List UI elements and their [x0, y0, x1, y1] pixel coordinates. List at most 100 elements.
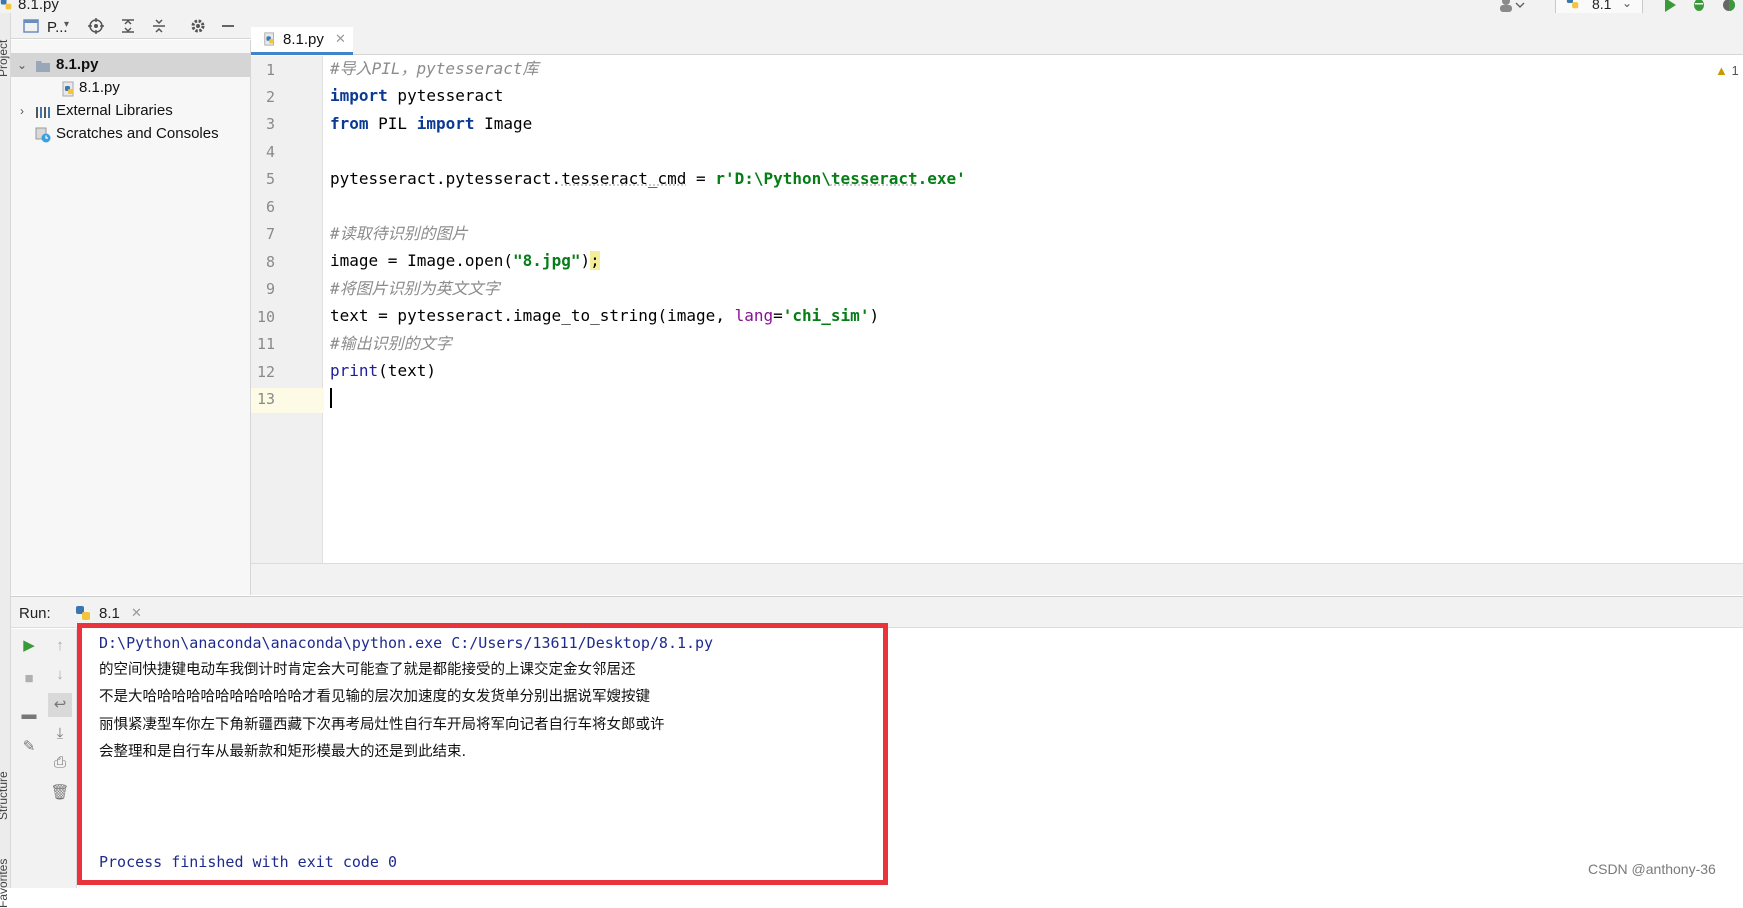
code-text: ) — [580, 251, 590, 270]
python-file-icon — [61, 81, 77, 97]
chevron-right-icon[interactable]: › — [15, 99, 29, 123]
run-icon[interactable] — [1662, 0, 1678, 13]
code-string: tesseract — [831, 169, 918, 188]
tree-item-label: 8.1.py — [79, 76, 120, 100]
code-line: print(text) — [330, 358, 436, 384]
layout-icon[interactable]: ▬ — [17, 703, 41, 727]
favorites-tool-window-tab[interactable]: Favorites — [0, 848, 10, 908]
editor-tab-bar: 8.1.py ✕ — [251, 13, 1743, 55]
tree-item-label: External Libraries — [56, 99, 173, 123]
tree-item-scratches[interactable]: Scratches and Consoles — [11, 122, 251, 146]
project-panel-toolbar: P... ▾ — [11, 13, 251, 39]
line-number: 12 — [251, 363, 275, 381]
code-text: pytesseract.pytesseract. — [330, 169, 561, 188]
line-numbers: 1 2 3 4 5 6 7 8 9 10 11 12 13 — [251, 56, 323, 563]
code-builtin: print — [330, 361, 378, 380]
code-text: = — [686, 169, 715, 188]
code-text: image = Image.open( — [330, 251, 513, 270]
stop-icon[interactable]: ■ — [17, 667, 41, 691]
annotation-highlight-box — [77, 623, 888, 885]
tree-item-root-folder[interactable]: ⌄ 8.1.py — [11, 53, 251, 77]
code-string: .exe' — [918, 169, 966, 188]
scroll-to-end-icon[interactable]: ⤓ — [48, 722, 72, 746]
tree-item-label: Scratches and Consoles — [56, 122, 219, 146]
text-caret — [330, 388, 332, 408]
code-line: import pytesseract — [330, 83, 503, 109]
left-tool-window-strip: Project Structure Favorites — [0, 13, 11, 888]
code-keyword: import — [417, 114, 475, 133]
code-comment: #输出识别的文字 — [330, 334, 452, 353]
chevron-down-icon: ⌄ — [1622, 0, 1632, 10]
chevron-down-icon[interactable]: ▾ — [64, 19, 69, 30]
run-tab-label: 8.1 — [99, 605, 120, 622]
libraries-icon — [35, 104, 51, 120]
code-line: #读取待识别的图片 — [330, 221, 468, 247]
scratches-icon — [35, 127, 51, 143]
code-comment: #读取待识别的图片 — [330, 224, 468, 243]
line-number: 9 — [251, 280, 275, 298]
line-number: 7 — [251, 225, 275, 243]
code-line: pytesseract.pytesseract.tesseract_cmd = … — [330, 166, 966, 192]
line-number: 11 — [251, 335, 275, 353]
code-editor[interactable]: #导入PIL，pytesseract库 import pytesseract f… — [324, 56, 1743, 563]
chevron-down-icon[interactable]: ⌄ — [15, 53, 29, 77]
line-number: 3 — [251, 115, 275, 133]
folder-icon — [35, 58, 51, 74]
trash-icon[interactable]: 🗑 — [48, 781, 72, 805]
run-configuration-selector[interactable]: 8.1 ⌄ — [1555, 0, 1643, 13]
gear-icon[interactable] — [190, 18, 206, 34]
close-icon[interactable]: ✕ — [131, 605, 142, 621]
tree-item-external-libraries[interactable]: › External Libraries — [11, 99, 251, 123]
code-keyword: from — [330, 114, 369, 133]
line-number: 6 — [251, 198, 275, 216]
inspection-warning-indicator[interactable]: ▲ 1 — [1715, 63, 1739, 78]
hide-panel-icon[interactable] — [220, 18, 236, 34]
structure-tool-window-tab[interactable]: Structure — [0, 748, 10, 820]
code-text: Image — [475, 114, 533, 133]
print-icon[interactable]: ⎙ — [48, 751, 72, 775]
line-number: 1 — [251, 61, 275, 79]
editor-horizontal-scrollbar[interactable] — [251, 563, 1743, 595]
python-file-icon — [263, 32, 277, 46]
code-line: text = pytesseract.image_to_string(image… — [330, 303, 879, 329]
code-text: text = pytesseract.image_to_string(image… — [330, 306, 735, 325]
code-keyword: import — [330, 86, 388, 105]
arrow-down-icon[interactable]: ↓ — [48, 663, 72, 687]
close-icon[interactable]: ✕ — [335, 27, 346, 51]
soft-wrap-icon[interactable]: ↩ — [48, 693, 72, 717]
locate-icon[interactable] — [88, 18, 104, 34]
warning-icon: ▲ — [1715, 63, 1728, 78]
code-line — [330, 386, 332, 412]
run-panel-label: Run: — [19, 605, 51, 622]
user-account-button[interactable] — [1498, 0, 1528, 13]
code-string: 'chi_sim' — [783, 306, 870, 325]
code-text: tesseract_cmd — [561, 169, 686, 188]
arrow-up-icon[interactable]: ↑ — [48, 634, 72, 658]
collapse-all-icon[interactable] — [151, 18, 167, 34]
code-text: ) — [869, 306, 879, 325]
rerun-icon[interactable]: ▶ — [17, 634, 41, 658]
code-comment: #导入PIL，pytesseract库 — [330, 59, 539, 78]
code-text: ; — [590, 251, 600, 270]
tree-item-label: 8.1.py — [56, 53, 99, 77]
editor-tab-active[interactable]: 8.1.py ✕ — [251, 27, 353, 55]
code-text: (text) — [378, 361, 436, 380]
line-number: 2 — [251, 88, 275, 106]
watermark: CSDN @anthony-36 — [1588, 861, 1716, 877]
project-tool-window-tab[interactable]: Project — [0, 17, 10, 77]
code-line: #输出识别的文字 — [330, 331, 452, 357]
tree-item-python-file[interactable]: 8.1.py — [11, 76, 251, 100]
user-icon — [1498, 0, 1526, 12]
title-bar: 8.1.py 8.1 ⌄ — [0, 0, 1743, 13]
expand-all-icon[interactable] — [120, 18, 136, 34]
project-view-icon — [23, 19, 39, 33]
pin-icon[interactable]: ✎ — [17, 735, 41, 759]
code-text: = — [773, 306, 783, 325]
code-line: #导入PIL，pytesseract库 — [330, 56, 539, 82]
run-toolbar: ▶ ■ ▬ ✎ ↑ ↓ ↩ ⤓ ⎙ 🗑 — [11, 629, 77, 888]
debug-icon[interactable] — [1691, 0, 1707, 13]
coverage-icon[interactable] — [1721, 0, 1737, 13]
code-text: pytesseract — [388, 86, 504, 105]
code-text: PIL — [369, 114, 417, 133]
code-line: #将图片识别为英文文字 — [330, 276, 500, 302]
